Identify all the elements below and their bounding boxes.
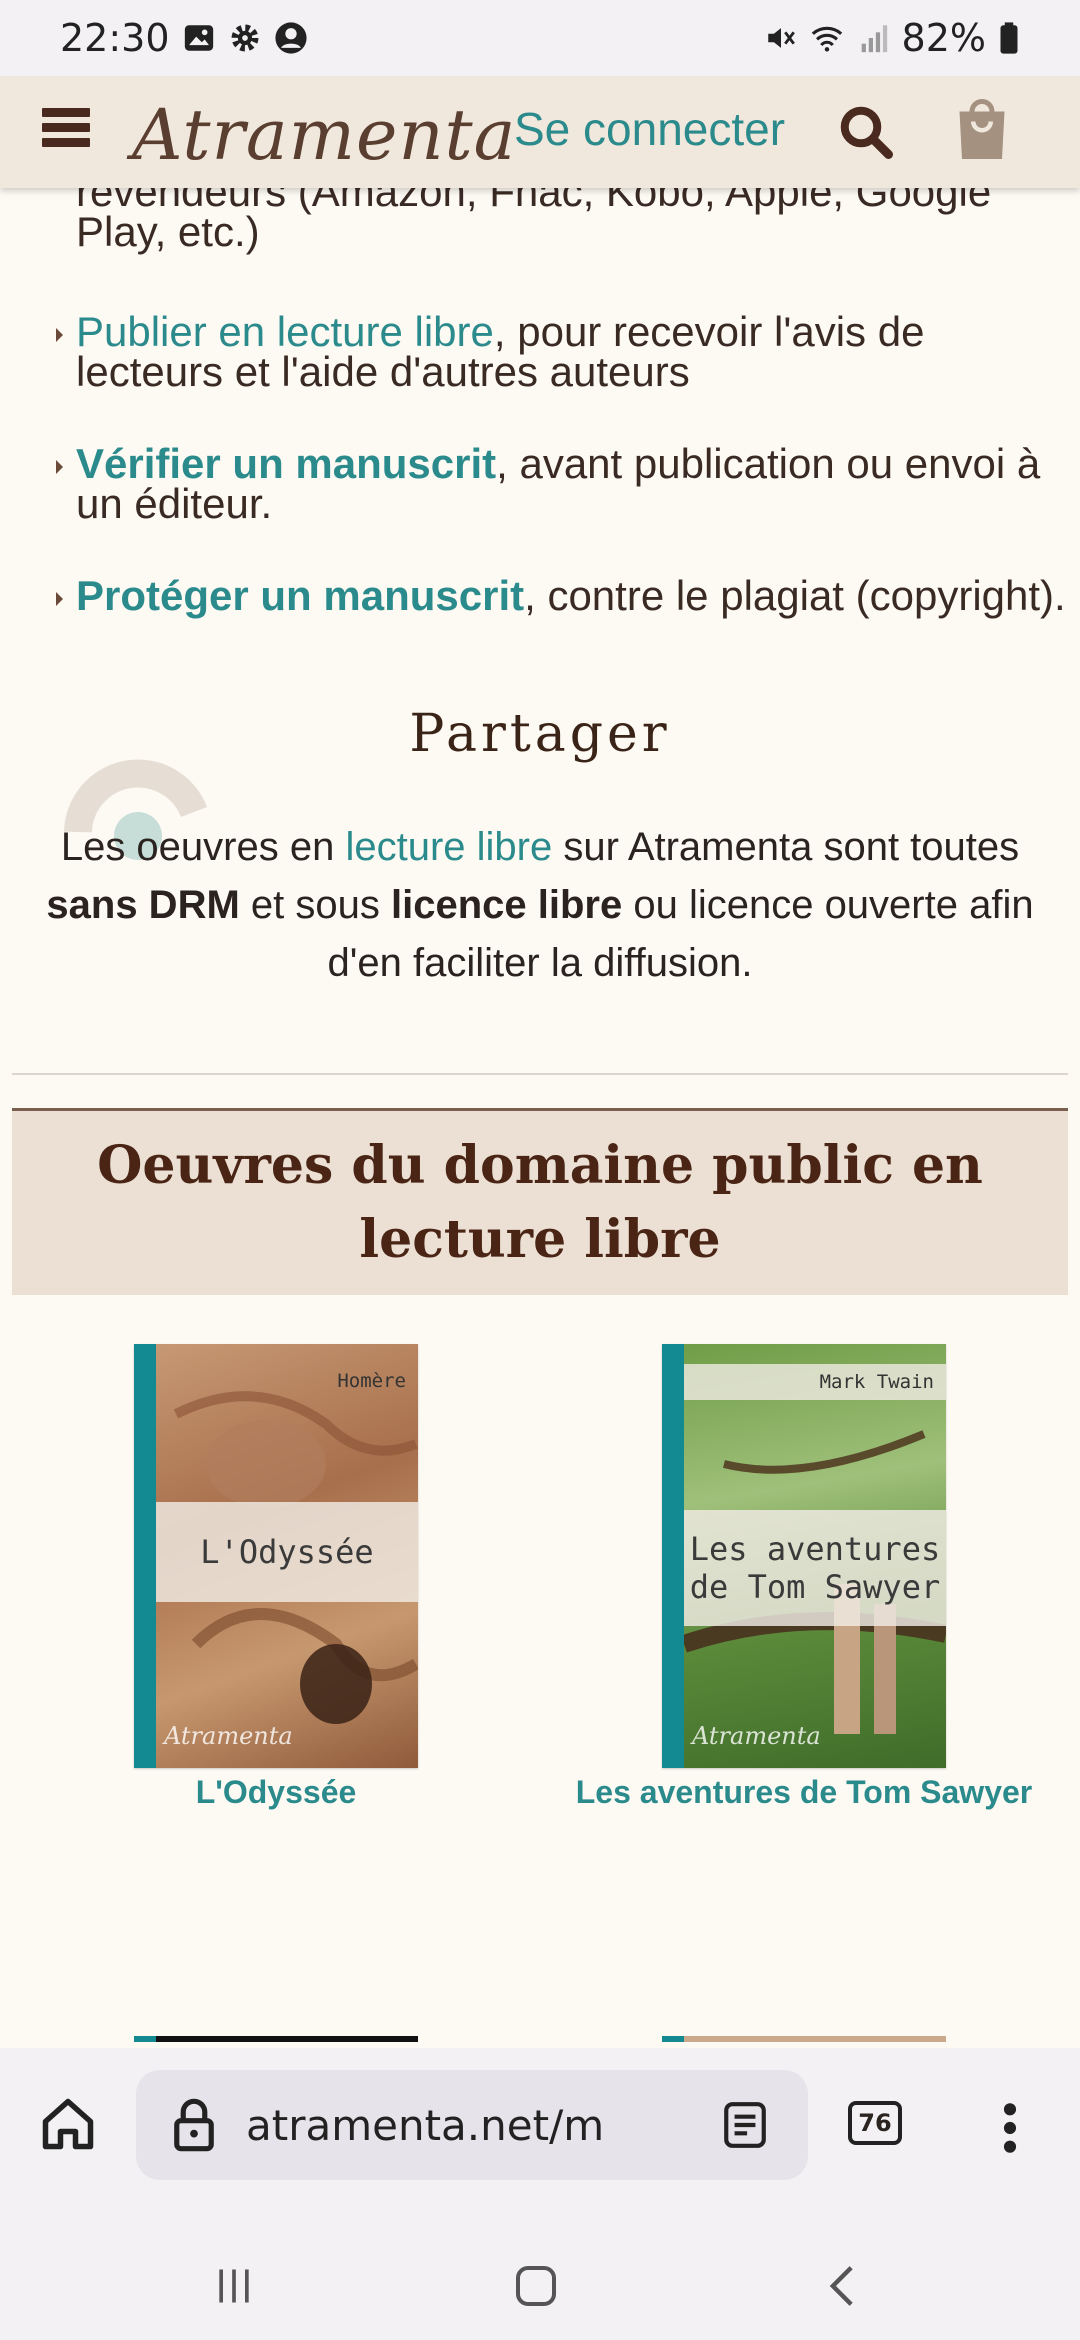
cover-author: Mark Twain	[684, 1364, 946, 1400]
cover-title: L'Odyssée	[156, 1502, 418, 1602]
sans-drm-text: sans DRM	[46, 883, 240, 927]
menu-icon-bar	[42, 123, 90, 132]
hamburger-menu-button[interactable]	[42, 108, 90, 156]
clock: 22:30	[60, 16, 170, 60]
lecture-libre-link[interactable]: lecture libre	[345, 825, 552, 869]
list-item-verify: Vérifier un manuscrit, avant publication…	[56, 443, 1066, 525]
signal-icon	[861, 25, 887, 53]
site-logo[interactable]: Atramenta	[132, 90, 516, 180]
bullet-icon	[56, 460, 63, 474]
cover-publisher-mark: Atramenta	[164, 1722, 293, 1750]
protect-desc: , contre le plagiat (copyright).	[524, 572, 1066, 619]
cover-publisher-mark: Atramenta	[692, 1722, 821, 1750]
address-bar[interactable]: atramenta.net/m	[136, 2070, 808, 2180]
browser-toolbar: atramenta.net/m 76	[0, 2048, 1080, 2340]
cover-spine	[134, 1344, 156, 1768]
battery-percent: 82%	[901, 16, 986, 60]
book-title-link[interactable]: L'Odyssée	[16, 1774, 536, 1811]
divider	[12, 1073, 1068, 1075]
tab-count-button[interactable]: 76	[848, 2101, 902, 2145]
login-link[interactable]: Se connecter	[514, 102, 785, 156]
public-domain-section-header: Oeuvres du domaine public en lecture lib…	[12, 1108, 1068, 1295]
cut-line-2: Play, etc.)	[76, 208, 260, 255]
next-book-cover-peek	[662, 2036, 946, 2042]
bullet-icon	[56, 328, 63, 342]
share-text-part: Les oeuvres en	[60, 825, 346, 869]
cover-title: Les aventures de Tom Sawyer	[684, 1510, 946, 1626]
list-item-publish: Publier en lecture libre, pour recevoir …	[56, 311, 1066, 393]
home-icon[interactable]	[38, 2094, 98, 2154]
book-card[interactable]: Homère L'Odyssée Atramenta L'Odyssée	[16, 1344, 536, 1811]
share-title: Partager	[409, 704, 671, 764]
menu-icon-bar	[42, 138, 90, 147]
share-text: Les oeuvres en lecture libre sur Atramen…	[40, 818, 1040, 992]
section-heading: Oeuvres du domaine public en lecture lib…	[97, 1135, 983, 1270]
home-button-icon[interactable]	[512, 2262, 560, 2310]
image-icon	[184, 25, 213, 51]
system-navigation-bar	[0, 2236, 1080, 2336]
search-icon[interactable]	[836, 102, 896, 162]
share-text-part: et sous	[239, 883, 391, 927]
book-card[interactable]: Mark Twain Les aventures de Tom Sawyer A…	[544, 1344, 1064, 1811]
menu-icon-bar	[42, 108, 90, 117]
shopping-bag-icon[interactable]	[952, 96, 1012, 162]
battery-icon	[1000, 22, 1018, 54]
list-item-protect: Protéger un manuscrit, contre le plagiat…	[56, 575, 1066, 617]
site-header: Atramenta Se connecter	[0, 76, 1080, 188]
share-text-part: sur Atramenta sont toutes	[552, 825, 1020, 869]
book-title-link[interactable]: Les aventures de Tom Sawyer	[544, 1774, 1064, 1811]
wifi-icon	[811, 26, 842, 52]
book-cover[interactable]: Mark Twain Les aventures de Tom Sawyer A…	[662, 1344, 946, 1768]
bullet-icon	[56, 592, 63, 606]
url-text[interactable]: atramenta.net/m	[246, 2101, 604, 2150]
more-options-icon[interactable]	[1000, 2100, 1020, 2156]
status-bar: 22:30 82%	[0, 0, 1080, 76]
cover-spine	[662, 1344, 684, 1768]
cover-author: Homère	[337, 1370, 406, 1392]
licence-libre-text: licence libre	[390, 883, 623, 927]
next-book-cover-peek	[134, 2036, 418, 2042]
back-icon[interactable]	[822, 2264, 862, 2308]
book-cover[interactable]: Homère L'Odyssée Atramenta	[134, 1344, 418, 1768]
reader-mode-icon[interactable]	[720, 2100, 770, 2150]
gear-icon	[231, 24, 258, 52]
mute-icon	[767, 28, 795, 48]
recent-apps-icon[interactable]	[212, 2264, 256, 2308]
lock-icon	[174, 2098, 214, 2152]
protect-manuscript-link[interactable]: Protéger un manuscrit	[76, 572, 524, 619]
account-icon	[274, 22, 307, 54]
